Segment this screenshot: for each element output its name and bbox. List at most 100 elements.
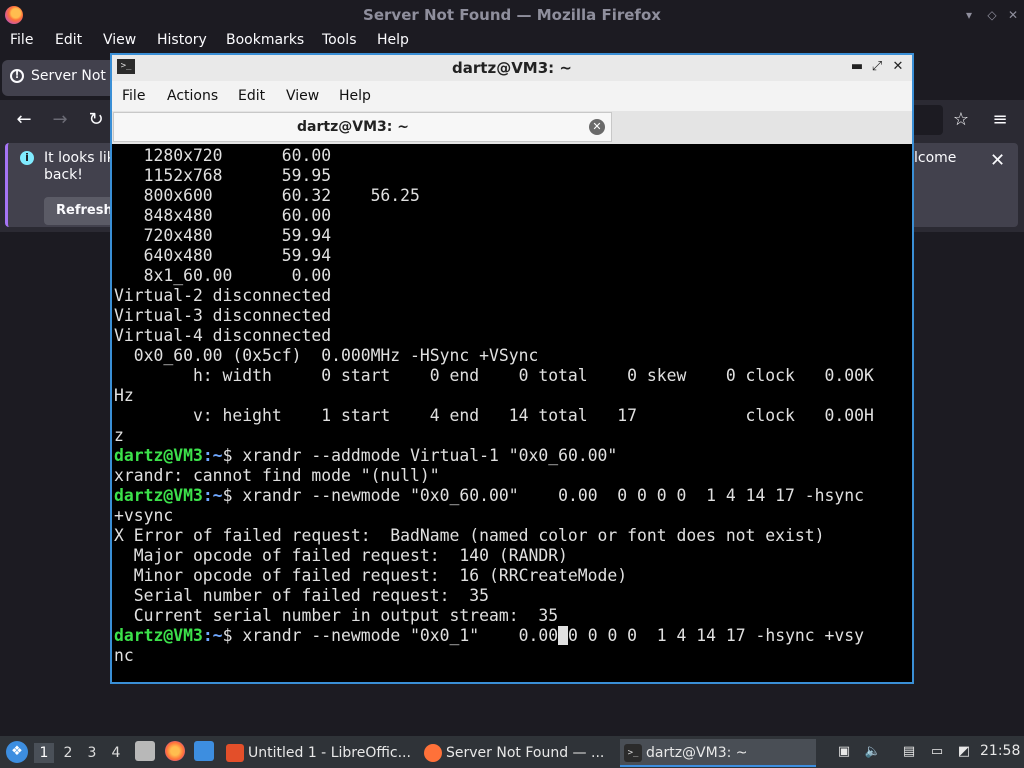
terminal-line: 1280x720 60.00 [114,146,332,165]
workspace-1[interactable]: 1 [34,743,54,763]
close-icon[interactable]: ✕ [889,58,907,76]
close-notification-icon[interactable]: ✕ [990,150,1005,171]
terminal-line: +vsync [114,506,174,525]
task-label: dartz@VM3: ~ [646,745,748,761]
terminal-line: Virtual-4 disconnected [114,326,332,345]
terminal-menubar [112,81,912,111]
minimize-icon[interactable]: ▬ [848,58,866,76]
terminal-line: v: height 1 start 4 end 14 total 17 cloc… [114,406,874,425]
start-menu-icon[interactable]: ❖ [6,741,28,763]
volume-icon[interactable]: 🔈 [864,743,882,761]
terminal-line: 848x480 60.00 [114,206,332,225]
terminal-menu-file[interactable]: File [122,88,145,104]
reload-icon[interactable]: ↻ [84,108,108,132]
menu-help[interactable]: Help [377,32,409,48]
terminal-line: dartz@VM3:~$ xrandr --addmode Virtual-1 … [114,446,874,466]
menu-tools[interactable]: Tools [322,32,357,48]
terminal-line: Virtual-3 disconnected [114,306,332,325]
command-text: xrandr --addmode Virtual-1 "0x0_60.00" [242,446,618,465]
terminal-line: xrandr: cannot find mode "(null)" [114,466,440,485]
prompt-symbol: $ [222,446,243,465]
prompt-path: :~ [202,486,223,505]
hamburger-menu-icon[interactable]: ≡ [988,108,1012,132]
terminal-line: 0x0_60.00 (0x5cf) 0.000MHz -HSync +VSync [114,346,539,365]
terminal-menu-edit[interactable]: Edit [238,88,265,104]
terminal-line: Major opcode of failed request: 140 (RAN… [114,546,568,565]
terminal-line: z [114,426,124,445]
terminal-menu-help[interactable]: Help [339,88,371,104]
text-cursor [558,626,568,645]
menu-edit[interactable]: Edit [55,32,82,48]
firefox-launcher-icon[interactable] [165,741,185,761]
notification-text-line2: back! [44,167,83,183]
terminal-line: 720x480 59.94 [114,226,332,245]
command-text: xrandr --newmode "0x0_1" 0.00 [242,626,559,645]
terminal-line: dartz@VM3:~$ xrandr --newmode "0x0_60.00… [114,486,874,506]
terminal-line: 800x600 60.32 56.25 [114,186,420,205]
task-label: Server Not Found — ... [446,745,605,761]
workspace-2[interactable]: 2 [58,743,78,763]
terminal-line: h: width 0 start 0 end 0 total 0 skew 0 … [114,366,874,385]
terminal-tab-label: dartz@VM3: ~ [297,119,409,135]
notification-icon[interactable]: ◩ [955,743,973,761]
command-text: 0 0 0 0 1 4 14 17 -hsync +vsy [567,626,865,645]
terminal-line: 640x480 59.94 [114,246,332,265]
task-label: Untitled 1 - LibreOffic... [248,745,411,761]
forward-arrow-icon[interactable]: → [48,108,72,132]
workspace-3[interactable]: 3 [82,743,102,763]
system-tray-icon[interactable]: ▣ [835,743,853,761]
prompt-user: dartz@VM3 [114,446,203,465]
network-icon[interactable]: ▭ [928,743,946,761]
workspace-4[interactable]: 4 [106,743,126,763]
prompt-symbol: $ [222,626,243,645]
terminal-line: Serial number of failed request: 35 [114,586,489,605]
prompt-user: dartz@VM3 [114,486,203,505]
menu-history[interactable]: History [157,32,207,48]
terminal-line: Virtual-2 disconnected [114,286,332,305]
terminal-icon: >_ [624,744,642,762]
terminal-menu-view[interactable]: View [286,88,319,104]
minimize-icon[interactable]: ▾ [960,6,978,24]
firefox-icon [424,744,442,762]
close-icon[interactable]: ✕ [1004,6,1022,24]
libreoffice-writer-icon [226,744,244,762]
prompt-user: dartz@VM3 [114,626,203,645]
clock: 21:58 [980,743,1021,759]
clipboard-icon[interactable]: ▤ [900,743,918,761]
task-libreoffice[interactable]: Untitled 1 - LibreOffic... [222,739,418,767]
bookmark-star-icon[interactable]: ☆ [949,108,973,132]
terminal-menu-actions[interactable]: Actions [167,88,218,104]
menu-bookmarks[interactable]: Bookmarks [226,32,304,48]
terminal-line: Hz [114,386,134,405]
terminal-window-title: dartz@VM3: ~ [452,59,572,77]
terminal-line: nc [114,646,134,665]
back-arrow-icon[interactable]: ← [12,108,36,132]
notification-text: It looks lik [44,150,115,166]
tab-close-icon[interactable]: ✕ [589,119,605,135]
maximize-icon[interactable]: ⤢ [868,58,886,76]
firefox-menubar [0,30,1024,54]
maximize-icon[interactable]: ◇ [983,6,1001,24]
task-terminal[interactable]: >_ dartz@VM3: ~ [620,739,816,767]
menu-view[interactable]: View [103,32,136,48]
terminal-line: X Error of failed request: BadName (name… [114,526,825,545]
desktop-icon[interactable] [194,741,214,761]
terminal-line: 1152x768 59.95 [114,166,332,185]
info-icon: ! [10,69,24,83]
file-manager-icon[interactable] [135,741,155,761]
menu-file[interactable]: File [10,32,33,48]
prompt-path: :~ [202,446,223,465]
terminal-line: 8x1_60.00 0.00 [114,266,332,285]
terminal-line: Minor opcode of failed request: 16 (RRCr… [114,566,628,585]
terminal-screen[interactable]: 1280x720 60.00 1152x768 59.95 800x600 60… [112,144,912,682]
terminal-line: dartz@VM3:~$ xrandr --newmode "0x0_1" 0.… [114,626,874,646]
prompt-symbol: $ [222,486,243,505]
firefox-tab-label: Server Not F [31,68,119,84]
task-firefox[interactable]: Server Not Found — ... [420,739,616,767]
terminal-line: Current serial number in output stream: … [114,606,559,625]
terminal-output: 1280x720 60.00 1152x768 59.95 800x600 60… [114,146,874,666]
info-icon: i [20,151,34,165]
command-text: xrandr --newmode "0x0_60.00" 0.00 0 0 0 … [242,486,864,505]
firefox-window-title: Server Not Found — Mozilla Firefox [363,6,661,24]
prompt-path: :~ [202,626,223,645]
